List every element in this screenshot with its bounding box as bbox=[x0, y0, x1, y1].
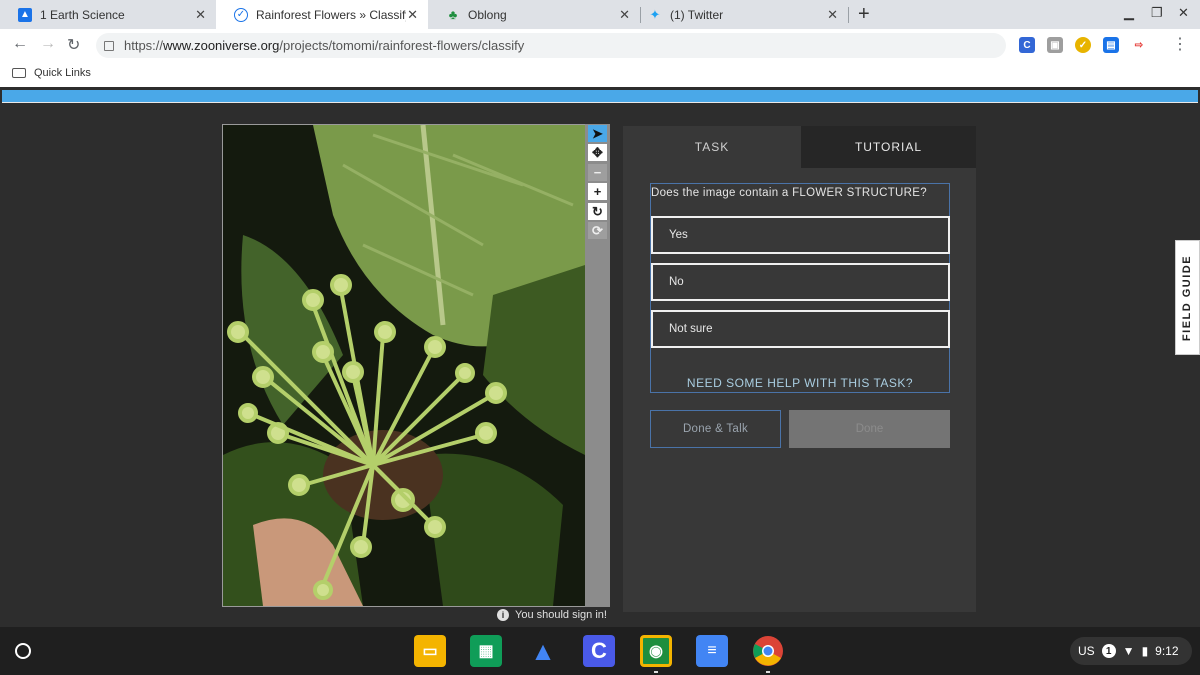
locale-label: US bbox=[1078, 644, 1095, 658]
system-tray[interactable]: US 1 ▼ ▮ 9:12 bbox=[1070, 637, 1192, 665]
classroom-icon: ▲ bbox=[18, 7, 32, 22]
sign-in-text: You should sign in! bbox=[515, 609, 607, 621]
bookmark-label: Quick Links bbox=[34, 67, 91, 79]
running-indicator bbox=[654, 671, 658, 673]
close-window-icon[interactable]: ✕ bbox=[1178, 5, 1189, 21]
restore-icon[interactable]: ❐ bbox=[1151, 5, 1163, 21]
docs-icon[interactable]: ≡ bbox=[696, 635, 728, 667]
help-link[interactable]: NEED SOME HELP WITH THIS TASK? bbox=[651, 376, 949, 390]
close-icon[interactable]: ✕ bbox=[195, 7, 206, 23]
wifi-icon: ▼ bbox=[1122, 644, 1135, 658]
close-icon[interactable]: ✕ bbox=[827, 7, 838, 23]
battery-icon: ▮ bbox=[1141, 644, 1149, 658]
site-header-bar bbox=[2, 90, 1198, 103]
tab-earth-science[interactable]: ▲ 1 Earth Science ✕ bbox=[0, 0, 216, 29]
zooniverse-icon: ✓ bbox=[234, 7, 248, 22]
sign-in-notice: i You should sign in! bbox=[497, 609, 607, 621]
tab-task[interactable]: TASK bbox=[623, 126, 801, 168]
running-indicator bbox=[766, 671, 770, 673]
field-guide-label: FIELD GUIDE bbox=[1181, 254, 1194, 341]
back-icon[interactable]: ← bbox=[12, 35, 28, 53]
chrome-logo bbox=[753, 636, 783, 666]
classify-page: ➤ ✥ − + ↻ ⟳ i You should sign in! TASK T… bbox=[0, 87, 1200, 627]
os-shelf: ▭ ▦ ▲ C ◉ ≡ US 1 ▼ ▮ 9:12 bbox=[0, 627, 1200, 675]
url-host: www.zooniverse.org bbox=[163, 38, 280, 53]
tab-twitter[interactable]: ✦ (1) Twitter ✕ bbox=[630, 0, 848, 29]
rainforest-flower-photo bbox=[223, 125, 585, 606]
print-extension-icon[interactable]: ▤ bbox=[1103, 37, 1119, 53]
folder-icon bbox=[12, 68, 26, 78]
browser-toolbar: ← → ↻ https://www.zooniverse.org/project… bbox=[0, 29, 1200, 62]
extension-icon[interactable]: ✓ bbox=[1075, 37, 1091, 53]
reset-icon[interactable]: ⟳ bbox=[588, 222, 607, 239]
subject-image[interactable] bbox=[222, 124, 586, 607]
extension-icon[interactable]: ▣ bbox=[1047, 37, 1063, 53]
tab-tutorial[interactable]: TUTORIAL bbox=[801, 126, 976, 168]
chrome-icon[interactable] bbox=[752, 635, 784, 667]
image-toolbar: ➤ ✥ − + ↻ ⟳ bbox=[585, 124, 610, 607]
answer-not-sure-button[interactable]: Not sure bbox=[651, 310, 950, 348]
url-path: /projects/tomomi/rainforest-flowers/clas… bbox=[279, 38, 525, 53]
address-bar[interactable]: https://www.zooniverse.org/projects/tomo… bbox=[96, 33, 1006, 58]
bookmark-quick-links[interactable]: Quick Links bbox=[12, 67, 91, 79]
move-icon[interactable]: ✥ bbox=[588, 144, 607, 161]
reload-icon[interactable]: ↻ bbox=[67, 35, 80, 55]
close-icon[interactable]: ✕ bbox=[619, 7, 630, 23]
task-panel: TASK TUTORIAL Does the image contain a F… bbox=[623, 126, 976, 612]
tab-separator bbox=[848, 7, 849, 23]
coggle-icon[interactable]: C bbox=[583, 635, 615, 667]
launcher-icon[interactable] bbox=[15, 643, 31, 659]
done-and-talk-button[interactable]: Done & Talk bbox=[650, 410, 781, 448]
oblong-icon: ♣ bbox=[448, 7, 458, 22]
sheets-icon[interactable]: ▦ bbox=[470, 635, 502, 667]
url-prefix: https:// bbox=[124, 38, 164, 53]
tab-oblong[interactable]: ♣ Oblong ✕ bbox=[428, 0, 640, 29]
clock: 9:12 bbox=[1155, 644, 1179, 658]
new-tab-button[interactable]: + bbox=[858, 3, 870, 26]
drive-icon[interactable]: ▲ bbox=[527, 635, 559, 667]
coggle-extension-icon[interactable]: C bbox=[1019, 37, 1035, 53]
question-box: Does the image contain a FLOWER STRUCTUR… bbox=[650, 183, 950, 393]
pointer-icon[interactable]: ➤ bbox=[588, 125, 607, 142]
page-info-icon[interactable] bbox=[104, 40, 114, 51]
minimize-icon[interactable]: ▁ bbox=[1124, 5, 1134, 21]
field-guide-tab[interactable]: FIELD GUIDE bbox=[1175, 240, 1200, 355]
bookmarks-bar: Quick Links bbox=[0, 62, 1200, 87]
notification-badge: 1 bbox=[1101, 644, 1116, 658]
slides-icon[interactable]: ▭ bbox=[414, 635, 446, 667]
tab-rainforest-flowers[interactable]: ✓ Rainforest Flowers » Classify — Z ✕ bbox=[216, 0, 428, 29]
twitter-icon: ✦ bbox=[649, 6, 661, 22]
zoom-in-icon[interactable]: + bbox=[588, 183, 607, 200]
classroom-icon[interactable]: ◉ bbox=[640, 635, 672, 667]
tab-title: Oblong bbox=[468, 7, 507, 22]
close-icon[interactable]: ✕ bbox=[407, 7, 418, 23]
task-tabs: TASK TUTORIAL bbox=[623, 126, 976, 168]
extension-icon[interactable]: ⇨ bbox=[1131, 37, 1147, 53]
forward-icon[interactable]: → bbox=[40, 35, 56, 53]
rotate-icon[interactable]: ↻ bbox=[588, 203, 607, 220]
zoom-out-icon[interactable]: − bbox=[588, 164, 607, 181]
tab-title: (1) Twitter bbox=[670, 7, 724, 22]
browser-tab-strip: ▲ 1 Earth Science ✕ ✓ Rainforest Flowers… bbox=[0, 0, 1200, 29]
menu-icon[interactable]: ⋮ bbox=[1172, 34, 1188, 54]
info-icon: i bbox=[497, 609, 509, 621]
done-button[interactable]: Done bbox=[789, 410, 950, 448]
tab-title: 1 Earth Science bbox=[40, 7, 125, 22]
answer-yes-button[interactable]: Yes bbox=[651, 216, 950, 254]
tab-title: Rainforest Flowers » Classify — Z bbox=[256, 7, 406, 22]
task-question: Does the image contain a FLOWER STRUCTUR… bbox=[651, 187, 927, 199]
answer-no-button[interactable]: No bbox=[651, 263, 950, 301]
